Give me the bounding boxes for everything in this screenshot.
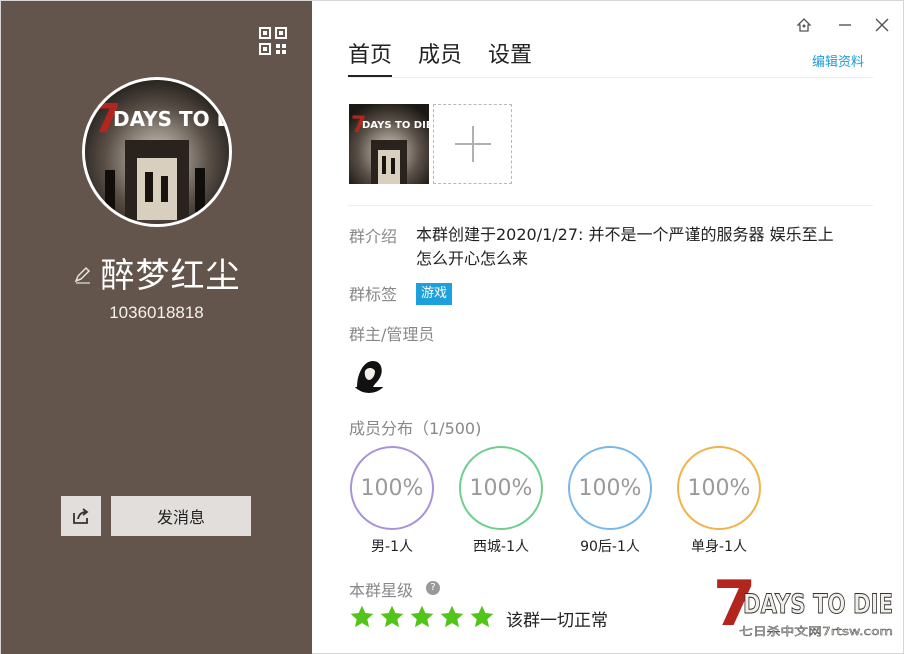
svg-text:DAYS TO DIE: DAYS TO DIE [743, 589, 893, 620]
owner-avatar[interactable] [349, 353, 389, 393]
tag-game[interactable]: 游戏 [416, 283, 453, 305]
svg-text:DAYS TO DIE: DAYS TO DIE [113, 107, 229, 131]
rating-status: 该群一切正常 [506, 611, 608, 631]
group-photo[interactable]: 7 DAYS TO DIE [349, 104, 429, 184]
age-label: 90后-1人 [580, 539, 640, 555]
tab-bar: 首页 成员 设置 [348, 37, 558, 77]
tab-settings[interactable]: 设置 [488, 37, 532, 77]
qr-code-icon[interactable] [259, 27, 287, 55]
tags-label: 群标签 [349, 285, 398, 304]
svg-text:七日杀中文网7rtsw.com: 七日杀中文网7rtsw.com [739, 624, 893, 638]
distribution-label: 成员分布（1/500) [349, 419, 482, 438]
group-profile-window: 7 DAYS TO DIE 醉梦红尘 1036018818 发消息 [0, 0, 904, 654]
plus-icon [454, 126, 491, 162]
star-icon [440, 605, 464, 628]
gender-circle[interactable]: 100% [350, 446, 434, 530]
rating-label: 本群星级 [349, 581, 414, 600]
gender-label: 男-1人 [371, 539, 413, 555]
tab-members[interactable]: 成员 [418, 37, 462, 77]
svg-text:DAYS TO DIE: DAYS TO DIE [362, 120, 429, 131]
group-name-row: 醉梦红尘 [1, 247, 312, 297]
relationship-label: 单身-1人 [691, 539, 747, 555]
watermark-logo: 7 DAYS TO DIE 七日杀中文网7rtsw.com [713, 567, 897, 643]
age-circle[interactable]: 100% [568, 446, 652, 530]
edit-profile-link[interactable]: 编辑资料 [812, 51, 864, 70]
region-label: 西城-1人 [473, 539, 529, 555]
admins-label: 群主/管理员 [349, 325, 435, 344]
pin-icon[interactable] [794, 15, 814, 35]
tab-divider [348, 77, 873, 78]
share-button[interactable] [61, 496, 101, 536]
star-icon [410, 605, 434, 628]
intro-label: 群介绍 [349, 227, 398, 246]
group-name: 醉梦红尘 [100, 255, 241, 296]
group-id: 1036018818 [109, 303, 204, 322]
minimize-icon[interactable] [835, 15, 855, 35]
section-divider [348, 205, 873, 206]
star-icon [350, 605, 374, 628]
star-rating [349, 604, 499, 630]
share-icon [73, 508, 89, 524]
edit-name-icon[interactable] [73, 265, 95, 287]
add-photo-button[interactable] [433, 104, 512, 184]
star-icon [380, 605, 404, 628]
send-message-button[interactable]: 发消息 [111, 496, 251, 536]
group-sidebar: 7 DAYS TO DIE 醉梦红尘 1036018818 发消息 [1, 1, 312, 654]
region-circle[interactable]: 100% [459, 446, 543, 530]
star-icon [470, 605, 494, 628]
close-icon[interactable] [872, 15, 892, 35]
intro-text: 本群创建于2020/1/27: 并不是一个严谨的服务器 娱乐至上 怎么开心怎么来 [416, 225, 834, 268]
group-avatar[interactable]: 7 DAYS TO DIE [82, 77, 232, 227]
relationship-circle[interactable]: 100% [677, 446, 761, 530]
help-icon[interactable]: ? [426, 581, 440, 595]
tab-home[interactable]: 首页 [348, 37, 393, 77]
